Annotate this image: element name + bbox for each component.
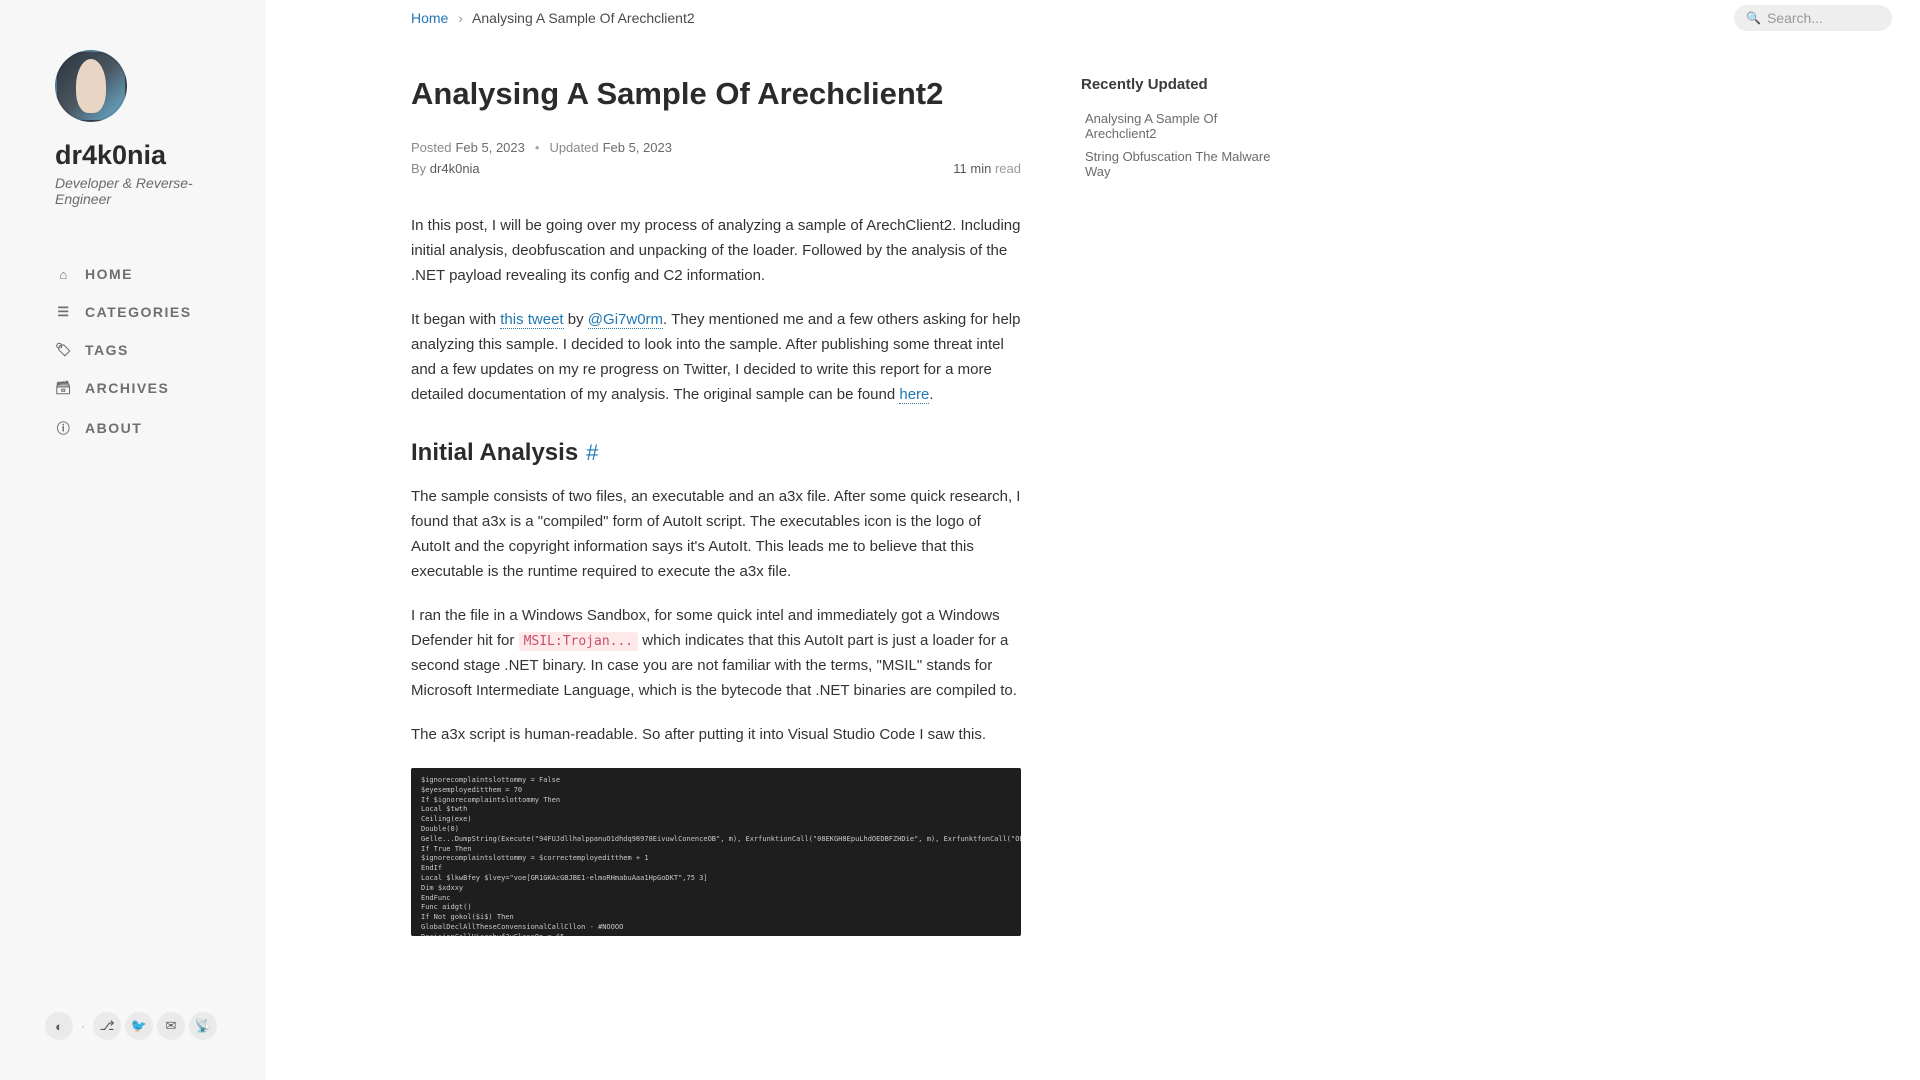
footer-separator: · bbox=[81, 1019, 85, 1033]
home-icon: ⌂ bbox=[55, 267, 73, 282]
tweet-link[interactable]: this tweet bbox=[500, 311, 563, 329]
sidebar: dr4k0nia Developer & Reverse-Engineer ⌂ … bbox=[0, 0, 266, 1080]
categories-icon: ☰ bbox=[55, 304, 73, 320]
email-icon[interactable]: ✉ bbox=[157, 1012, 185, 1040]
posted-label: Posted bbox=[411, 140, 451, 155]
anchor-icon[interactable]: # bbox=[586, 440, 598, 466]
right-panel: Recently Updated Analysing A Sample Of A… bbox=[1081, 76, 1281, 936]
archives-icon: 🗃 bbox=[55, 380, 73, 396]
recently-updated-item[interactable]: String Obfuscation The Malware Way bbox=[1081, 145, 1281, 183]
search-input[interactable] bbox=[1767, 10, 1880, 26]
about-icon: ⓘ bbox=[55, 418, 73, 437]
code-screenshot: $ignorecomplaintslottommy = False $eyese… bbox=[411, 768, 1021, 936]
topbar: Home › Analysing A Sample Of Arechclient… bbox=[266, 0, 1920, 36]
main: Home › Analysing A Sample Of Arechclient… bbox=[266, 0, 1920, 1080]
tags-icon: 🏷 bbox=[55, 342, 73, 358]
meta-author-readtime: By dr4k0nia 11 min read bbox=[411, 161, 1021, 176]
section-heading-initial-analysis: Initial Analysis # bbox=[411, 439, 1021, 467]
article-paragraph: I ran the file in a Windows Sandbox, for… bbox=[411, 604, 1021, 703]
meta-dates: Posted Feb 5, 2023 • Updated Feb 5, 2023 bbox=[411, 140, 1021, 155]
nav-item-label: TAGS bbox=[85, 342, 129, 358]
rss-icon[interactable]: 📡 bbox=[189, 1012, 217, 1040]
recently-updated-item[interactable]: Analysing A Sample Of Arechclient2 bbox=[1081, 107, 1281, 145]
nav-item-home[interactable]: ⌂ HOME bbox=[55, 255, 211, 293]
readtime-value: 11 bbox=[953, 161, 967, 176]
nav-item-tags[interactable]: 🏷 TAGS bbox=[55, 331, 211, 369]
avatar[interactable] bbox=[55, 50, 127, 122]
theme-toggle-icon[interactable]: ◐ bbox=[45, 1012, 73, 1040]
updated-label: Updated bbox=[549, 140, 598, 155]
readtime-unit: min bbox=[970, 161, 991, 176]
site-tagline: Developer & Reverse-Engineer bbox=[55, 175, 211, 207]
article-paragraph: The a3x script is human-readable. So aft… bbox=[411, 723, 1021, 748]
search-icon: 🔍 bbox=[1746, 11, 1761, 25]
nav-item-categories[interactable]: ☰ CATEGORIES bbox=[55, 293, 211, 331]
recently-updated-heading: Recently Updated bbox=[1081, 76, 1281, 93]
nav: ⌂ HOME ☰ CATEGORIES 🏷 TAGS 🗃 ARCHIVES ⓘ … bbox=[55, 255, 211, 448]
search-box[interactable]: 🔍 bbox=[1734, 5, 1892, 31]
github-icon[interactable]: ⎇ bbox=[93, 1012, 121, 1040]
here-link[interactable]: here bbox=[899, 386, 929, 404]
breadcrumb: Home › Analysing A Sample Of Arechclient… bbox=[411, 10, 695, 26]
posted-date: Feb 5, 2023 bbox=[455, 140, 524, 155]
article-paragraph: In this post, I will be going over my pr… bbox=[411, 214, 1021, 288]
breadcrumb-sep: › bbox=[458, 10, 463, 26]
nav-item-label: ABOUT bbox=[85, 420, 142, 436]
twitter-icon[interactable]: 🐦 bbox=[125, 1012, 153, 1040]
updated-date: Feb 5, 2023 bbox=[603, 140, 672, 155]
site-title[interactable]: dr4k0nia bbox=[55, 140, 211, 171]
by-label: By bbox=[411, 161, 426, 176]
mention-link[interactable]: @Gi7w0rm bbox=[588, 311, 663, 329]
readtime-suffix: read bbox=[995, 161, 1021, 176]
article: Analysing A Sample Of Arechclient2 Poste… bbox=[411, 76, 1021, 936]
article-paragraph: It began with this tweet by @Gi7w0rm. Th… bbox=[411, 308, 1021, 407]
nav-item-label: ARCHIVES bbox=[85, 380, 169, 396]
nav-item-label: HOME bbox=[85, 266, 133, 282]
nav-item-about[interactable]: ⓘ ABOUT bbox=[55, 407, 211, 448]
breadcrumb-home[interactable]: Home bbox=[411, 10, 448, 26]
inline-code: MSIL:Trojan... bbox=[519, 632, 639, 651]
author-name[interactable]: dr4k0nia bbox=[430, 161, 480, 176]
nav-item-archives[interactable]: 🗃 ARCHIVES bbox=[55, 369, 211, 407]
breadcrumb-current: Analysing A Sample Of Arechclient2 bbox=[472, 10, 695, 26]
readtime: 11 min read bbox=[953, 161, 1021, 176]
article-title: Analysing A Sample Of Arechclient2 bbox=[411, 76, 1021, 112]
meta-bullet: • bbox=[535, 140, 540, 155]
nav-item-label: CATEGORIES bbox=[85, 304, 192, 320]
article-paragraph: The sample consists of two files, an exe… bbox=[411, 485, 1021, 584]
sidebar-footer: ◐ · ⎇ 🐦 ✉ 📡 bbox=[0, 1012, 266, 1060]
